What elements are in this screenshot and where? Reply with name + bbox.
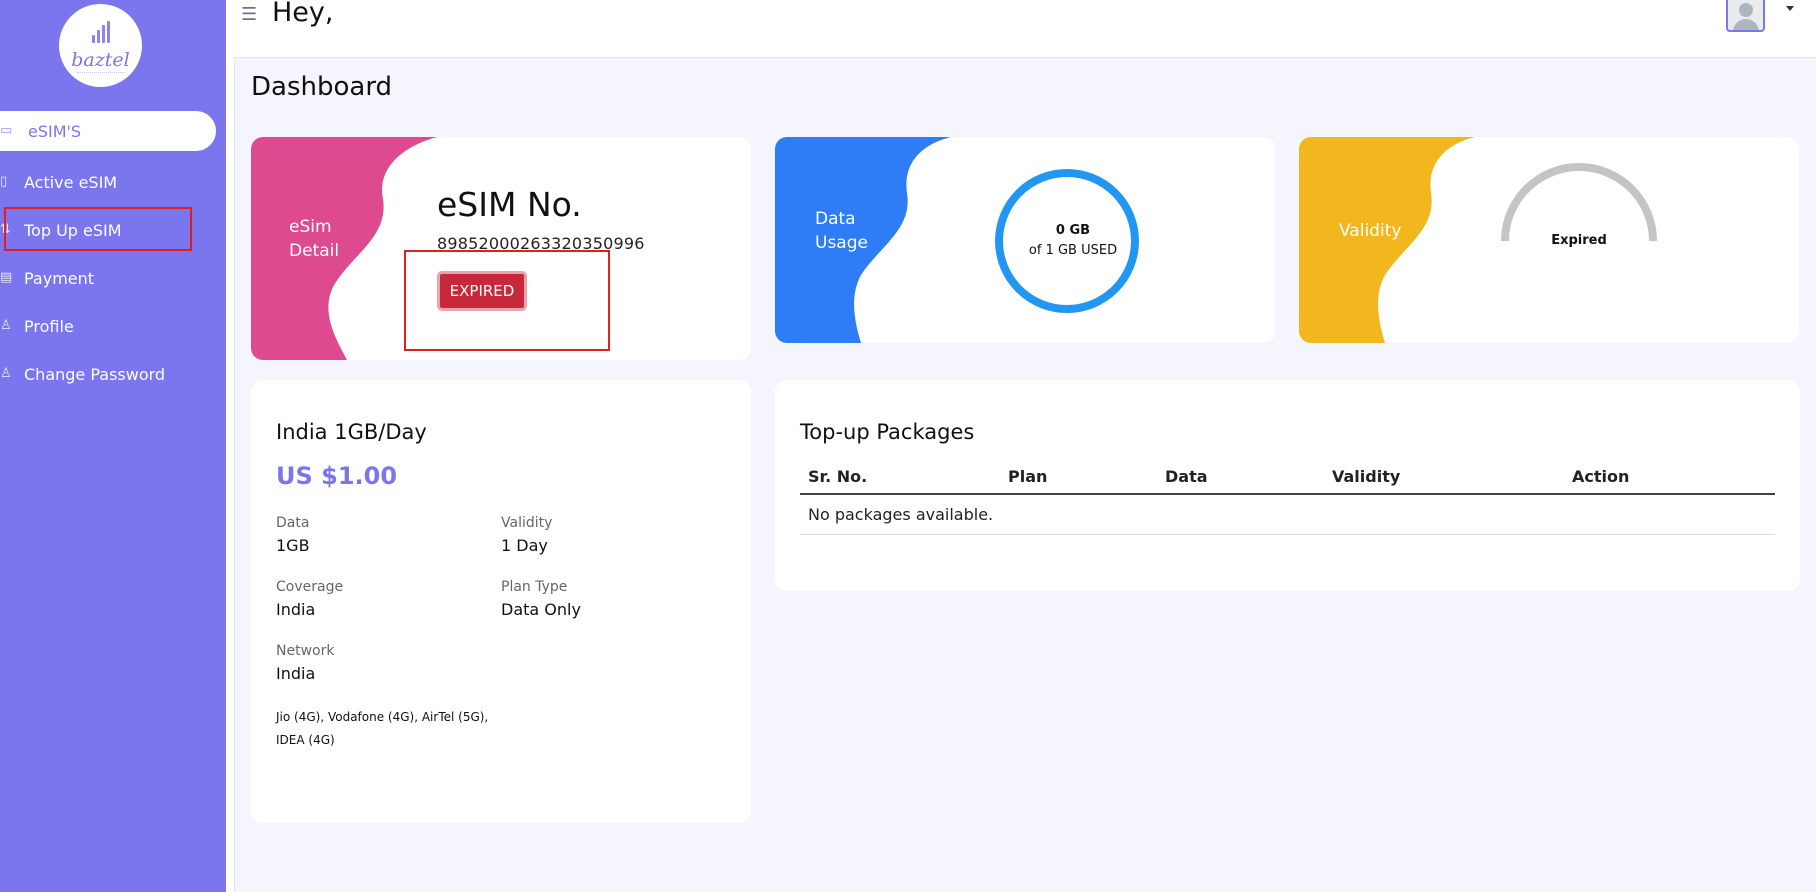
sidebar-item-label: Payment [24, 268, 95, 288]
validity-card: Validity Expired [1299, 137, 1799, 343]
user-avatar[interactable] [1726, 0, 1765, 32]
sidebar-item-label: Active eSIM [24, 172, 118, 192]
table-header-row: Sr. No. Plan Data Validity Action [800, 460, 1775, 495]
data-used-value: 0 GB [1055, 223, 1091, 238]
validity-value: 1 Day [501, 536, 548, 555]
sidebar-item-profile[interactable]: ♙ Profile [0, 306, 200, 346]
sidebar-item-active-esim[interactable]: ▯ Active eSIM [0, 162, 200, 202]
coverage-label: Coverage [276, 579, 344, 595]
data-label: Data [276, 515, 310, 531]
data-usage-card: Data Usage 0 GB of 1 GB USED [775, 137, 1275, 343]
column-header-data: Data [1157, 460, 1324, 495]
plan-price: US $1.00 [276, 462, 398, 490]
data-used-caption: of 1 GB USED [1028, 243, 1118, 258]
user-icon: ♙ [0, 318, 12, 333]
lock-icon: ♙ [0, 366, 12, 381]
validity-label: Validity [501, 515, 553, 531]
column-header-sr-no: Sr. No. [800, 460, 1000, 495]
validity-status: Expired [1551, 233, 1607, 248]
donut-track [995, 169, 1139, 313]
esim-detail-tag: eSim Detail [289, 217, 340, 261]
menu-toggle-icon[interactable]: ☰ [241, 4, 257, 25]
plan-type-label: Plan Type [501, 579, 568, 595]
sidebar-item-top-up-esim[interactable]: ⇅ Top Up eSIM [0, 210, 200, 250]
packages-title: Top-up Packages [800, 420, 975, 444]
column-header-plan: Plan [1000, 460, 1157, 495]
logo-tagline [77, 72, 125, 74]
column-header-action: Action [1564, 460, 1775, 495]
gauge-arc [1501, 163, 1657, 242]
sidebar-item-label: eSIM'S [28, 121, 82, 141]
sidebar-item-label: Profile [24, 316, 74, 336]
empty-message: No packages available. [800, 494, 1775, 535]
sidebar-item-payment[interactable]: ▤ Payment [0, 258, 200, 298]
expired-status-button[interactable]: EXPIRED [437, 271, 527, 311]
signal-icon: ▯ [0, 174, 8, 189]
logo-text: baztel [71, 49, 130, 71]
sidebar: baztel ▭ eSIM'S ▯ Active eSIM ⇅ Top Up e… [0, 0, 226, 892]
sidebar-item-esims[interactable]: ▭ eSIM'S [0, 111, 216, 151]
esim-number-title: eSIM No. [437, 185, 582, 224]
data-usage-tag: Data Usage [815, 209, 868, 253]
validity-tag: Validity [1339, 221, 1402, 241]
data-value: 1GB [276, 536, 310, 555]
coverage-value: India [276, 600, 316, 619]
credit-card-icon: ▤ [0, 270, 13, 285]
page-title: Dashboard [251, 72, 393, 102]
column-header-validity: Validity [1324, 460, 1564, 495]
esim-number-value: 89852000263320350996 [437, 234, 645, 253]
table-row: No packages available. [800, 494, 1775, 535]
esim-detail-card: eSim Detail eSIM No. 8985200026332035099… [251, 137, 751, 360]
data-usage-donut [995, 169, 1139, 313]
sidebar-item-label: Top Up eSIM [24, 220, 122, 240]
plan-name: India 1GB/Day [276, 420, 427, 444]
packages-table: Sr. No. Plan Data Validity Action No pac… [800, 460, 1775, 535]
plan-card: India 1GB/Day US $1.00 Data 1GB Validity… [251, 380, 751, 823]
topup-packages-card: Top-up Packages Sr. No. Plan Data Validi… [775, 380, 1800, 591]
logo-signal-icon [92, 21, 110, 43]
sim-card-icon: ▭ [0, 123, 13, 138]
avatar-shoulders [1733, 19, 1759, 30]
network-operators: Jio (4G), Vodafone (4G), AirTel (5G), ID… [276, 710, 489, 747]
topup-icon: ⇅ [0, 222, 11, 237]
network-label: Network [276, 643, 335, 659]
brand-logo[interactable]: baztel [59, 4, 142, 87]
network-value: India [276, 664, 316, 683]
sidebar-item-change-password[interactable]: ♙ Change Password [0, 354, 200, 394]
avatar-head [1739, 3, 1753, 17]
sidebar-item-label: Change Password [24, 364, 166, 384]
greeting-text: Hey, [272, 0, 334, 28]
plan-type-value: Data Only [501, 600, 581, 619]
chevron-down-icon[interactable] [1786, 6, 1794, 11]
